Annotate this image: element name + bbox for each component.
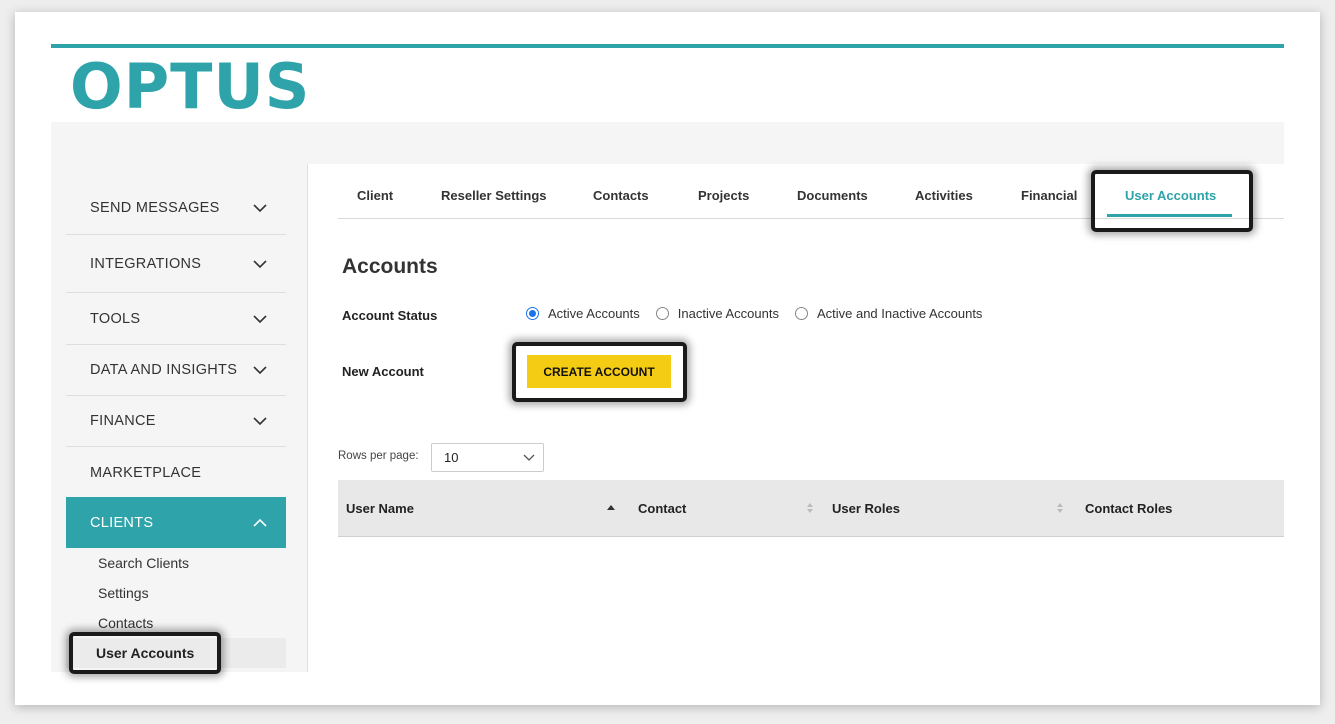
tab-documents[interactable]: Documents: [797, 188, 868, 203]
radio-button[interactable]: [655, 307, 669, 320]
sort-icon[interactable]: [805, 500, 815, 516]
sidebar-subitem-settings[interactable]: Settings: [98, 585, 149, 601]
sidebar-subitem-contacts[interactable]: Contacts: [98, 615, 153, 631]
tab-financial[interactable]: Financial: [1021, 188, 1077, 203]
chevron-down-icon: [252, 200, 268, 216]
sidebar-item-finance[interactable]: FINANCE: [66, 396, 286, 447]
tab-contacts[interactable]: Contacts: [593, 188, 649, 203]
header-bar: [51, 122, 1284, 164]
sort-ascending-icon[interactable]: [606, 500, 616, 516]
column-header-contact-roles[interactable]: Contact Roles: [1085, 501, 1172, 516]
radio-label: Active and Inactive Accounts: [816, 306, 983, 321]
chevron-down-icon: [523, 450, 535, 465]
chevron-up-icon: [252, 515, 268, 531]
sidebar-item-label: MARKETPLACE: [90, 464, 202, 481]
sort-icon[interactable]: [1055, 500, 1065, 516]
account-status-label: Account Status: [342, 308, 438, 323]
brand-top-line: [51, 44, 1284, 48]
sidebar-item-clients[interactable]: CLIENTS: [66, 497, 286, 548]
tab-reseller-settings[interactable]: Reseller Settings: [441, 188, 547, 203]
table-header: User Name Contact User Roles Contact Rol…: [338, 480, 1284, 537]
tab-projects[interactable]: Projects: [698, 188, 749, 203]
account-status-radio-group: Active Accounts Inactive Accounts Active…: [526, 306, 998, 321]
sidebar: SEND MESSAGES INTEGRATIONS TOOLS DATA AN…: [51, 164, 308, 672]
sidebar-item-label: FINANCE: [90, 413, 156, 429]
rows-per-page-select[interactable]: 10: [431, 443, 544, 472]
sidebar-item-label: DATA AND INSIGHTS: [90, 362, 238, 378]
column-header-contact[interactable]: Contact: [638, 501, 686, 516]
sidebar-item-data-and-insights[interactable]: DATA AND INSIGHTS: [66, 345, 286, 396]
page-title: Accounts: [342, 255, 438, 278]
radio-button-checked[interactable]: [526, 307, 539, 320]
chevron-down-icon: [252, 256, 268, 272]
radio-inactive-accounts[interactable]: Inactive Accounts: [655, 306, 779, 321]
radio-label: Active Accounts: [548, 306, 640, 321]
sidebar-item-send-messages[interactable]: SEND MESSAGES: [66, 182, 286, 235]
radio-active-accounts[interactable]: Active Accounts: [526, 306, 640, 321]
tab-activities[interactable]: Activities: [915, 188, 973, 203]
optus-logo[interactable]: OPTUS: [70, 54, 310, 120]
chevron-down-icon: [252, 362, 268, 378]
sidebar-item-label: INTEGRATIONS: [90, 256, 202, 272]
highlight-box-user-accounts-subitem: [69, 632, 221, 674]
sidebar-item-label: CLIENTS: [90, 514, 154, 531]
sidebar-subitem-search-clients[interactable]: Search Clients: [98, 555, 189, 571]
new-account-label: New Account: [342, 364, 424, 379]
highlight-box-user-accounts-tab: [1091, 170, 1253, 232]
sidebar-item-marketplace[interactable]: MARKETPLACE: [66, 447, 286, 498]
radio-label: Inactive Accounts: [677, 306, 779, 321]
screenshot-frame: OPTUS SEND MESSAGES INTEGRATIONS TOOLS D…: [15, 12, 1320, 705]
sidebar-item-integrations[interactable]: INTEGRATIONS: [66, 236, 286, 293]
chevron-down-icon: [252, 413, 268, 429]
radio-active-and-inactive-accounts[interactable]: Active and Inactive Accounts: [794, 306, 983, 321]
rows-per-page-value: 10: [444, 450, 459, 465]
radio-button[interactable]: [794, 307, 808, 320]
sidebar-item-label: TOOLS: [90, 311, 141, 327]
column-header-user-roles[interactable]: User Roles: [832, 501, 900, 516]
sidebar-item-tools[interactable]: TOOLS: [66, 294, 286, 345]
chevron-down-icon: [252, 311, 268, 327]
highlight-box-create-account: [512, 342, 687, 402]
tab-client[interactable]: Client: [357, 188, 393, 203]
sidebar-item-label: SEND MESSAGES: [90, 200, 220, 216]
column-header-user-name[interactable]: User Name: [346, 501, 414, 516]
rows-per-page-label: Rows per page:: [338, 450, 419, 462]
